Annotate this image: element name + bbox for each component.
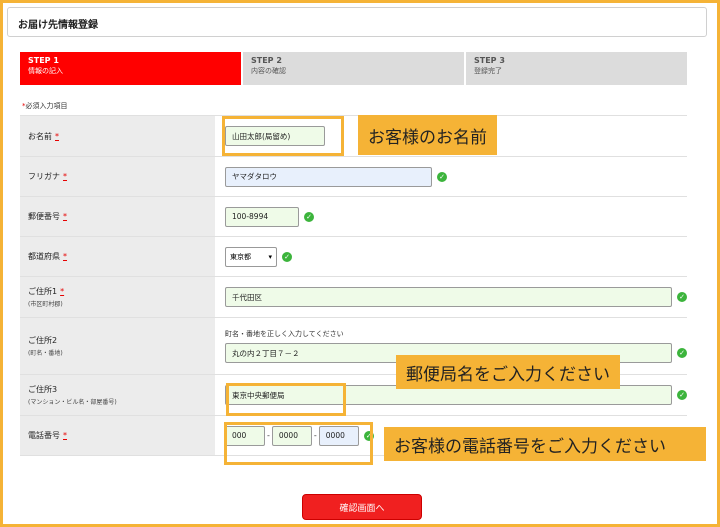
check-circle-icon: ✓ xyxy=(677,390,687,400)
required-mark: * xyxy=(55,131,59,141)
label-address1-sub: (市区町村郡) xyxy=(28,301,63,308)
label-prefecture-text: 都道府県 xyxy=(28,252,60,261)
label-prefecture: 都道府県 * xyxy=(20,236,215,277)
step-2-sub: 内容の確認 xyxy=(251,67,286,75)
row-postal: 郵便番号 * 100-8994 ✓ xyxy=(20,196,687,237)
step-progress: STEP 1 情報の記入 STEP 2 内容の確認 STEP 3 登録完了 xyxy=(20,52,687,85)
name-highlight-box xyxy=(222,116,344,156)
check-circle-icon: ✓ xyxy=(437,171,447,182)
cell-kana: ヤマダタロウ ✓ xyxy=(215,156,687,197)
required-note: *必須入力項目 xyxy=(22,101,68,111)
postal-input[interactable]: 100-8994 xyxy=(225,206,299,227)
required-mark: * xyxy=(60,287,65,296)
post-office-highlight-box xyxy=(226,383,346,416)
address1-input[interactable]: 千代田区 xyxy=(225,287,672,307)
label-postal-text: 郵便番号 xyxy=(28,212,60,221)
row-address1: ご住所1 * (市区町村郡) 千代田区 ✓ xyxy=(20,276,687,318)
callout-post-office: 郵便局名をご入力ください xyxy=(396,355,620,389)
label-address3: ご住所3 (マンション・ビル名・部屋番号) xyxy=(20,374,215,416)
step-1-sub: 情報の記入 xyxy=(28,67,63,75)
label-address3-text: ご住所3 xyxy=(28,385,58,394)
check-circle-icon: ✓ xyxy=(677,348,687,358)
step-2: STEP 2 内容の確認 xyxy=(241,52,464,85)
label-address2-text: ご住所2 xyxy=(28,336,58,345)
row-prefecture: 都道府県 * 東京都 ▾ ✓ xyxy=(20,236,687,277)
phone-highlight-box xyxy=(224,422,373,465)
chevron-down-icon: ▾ xyxy=(268,252,272,261)
confirm-button[interactable]: 確認画面へ xyxy=(302,494,422,520)
step-1: STEP 1 情報の記入 xyxy=(20,52,241,85)
label-address3-sub: (マンション・ビル名・部屋番号) xyxy=(28,399,117,406)
label-address1: ご住所1 * (市区町村郡) xyxy=(20,276,215,318)
page-header: お届け先情報登録 xyxy=(7,7,707,37)
required-mark: * xyxy=(63,212,67,221)
step-3-title: STEP 3 xyxy=(474,56,505,65)
label-phone: 電話番号 * xyxy=(20,415,215,456)
page-title: お届け先情報登録 xyxy=(18,20,98,31)
cell-postal: 100-8994 ✓ xyxy=(215,196,687,237)
label-address2: ご住所2 (町名・番地) xyxy=(20,317,215,375)
prefecture-select[interactable]: 東京都 ▾ xyxy=(225,246,277,267)
kana-input[interactable]: ヤマダタロウ xyxy=(225,166,432,187)
label-address2-sub: (町名・番地) xyxy=(28,350,63,357)
required-mark: * xyxy=(63,172,67,181)
cell-prefecture: 東京都 ▾ ✓ xyxy=(215,236,687,277)
label-phone-text: 電話番号 xyxy=(28,431,60,440)
address2-hint: 町名・番地を正しく入力してください xyxy=(225,330,344,338)
callout-phone: お客様の電話番号をご入力ください xyxy=(384,427,706,461)
label-kana: フリガナ * xyxy=(20,156,215,197)
check-circle-icon: ✓ xyxy=(677,292,687,302)
callout-name: お客様のお名前 xyxy=(358,115,497,155)
row-name: お名前 * 山田太郎(局留め) xyxy=(20,115,687,157)
label-address1-text: ご住所1 xyxy=(28,287,58,296)
prefecture-value: 東京都 xyxy=(230,252,251,261)
label-name: お名前 * xyxy=(20,115,215,157)
label-kana-text: フリガナ xyxy=(28,172,60,181)
label-postal: 郵便番号 * xyxy=(20,196,215,237)
required-mark: * xyxy=(63,431,67,440)
step-1-title: STEP 1 xyxy=(28,56,59,65)
step-2-title: STEP 2 xyxy=(251,56,282,65)
label-name-text: お名前 xyxy=(28,131,52,141)
required-mark: * xyxy=(63,252,67,261)
step-3: STEP 3 登録完了 xyxy=(464,52,687,85)
check-circle-icon: ✓ xyxy=(304,211,314,222)
row-kana: フリガナ * ヤマダタロウ ✓ xyxy=(20,156,687,197)
required-note-text: 必須入力項目 xyxy=(25,102,68,110)
cell-address1: 千代田区 ✓ xyxy=(215,276,687,318)
step-3-sub: 登録完了 xyxy=(474,67,502,75)
check-circle-icon: ✓ xyxy=(282,251,292,262)
address-form: お名前 * 山田太郎(局留め) フリガナ * ヤマダタロウ ✓ 郵便番号 * 100-8… xyxy=(20,115,687,456)
